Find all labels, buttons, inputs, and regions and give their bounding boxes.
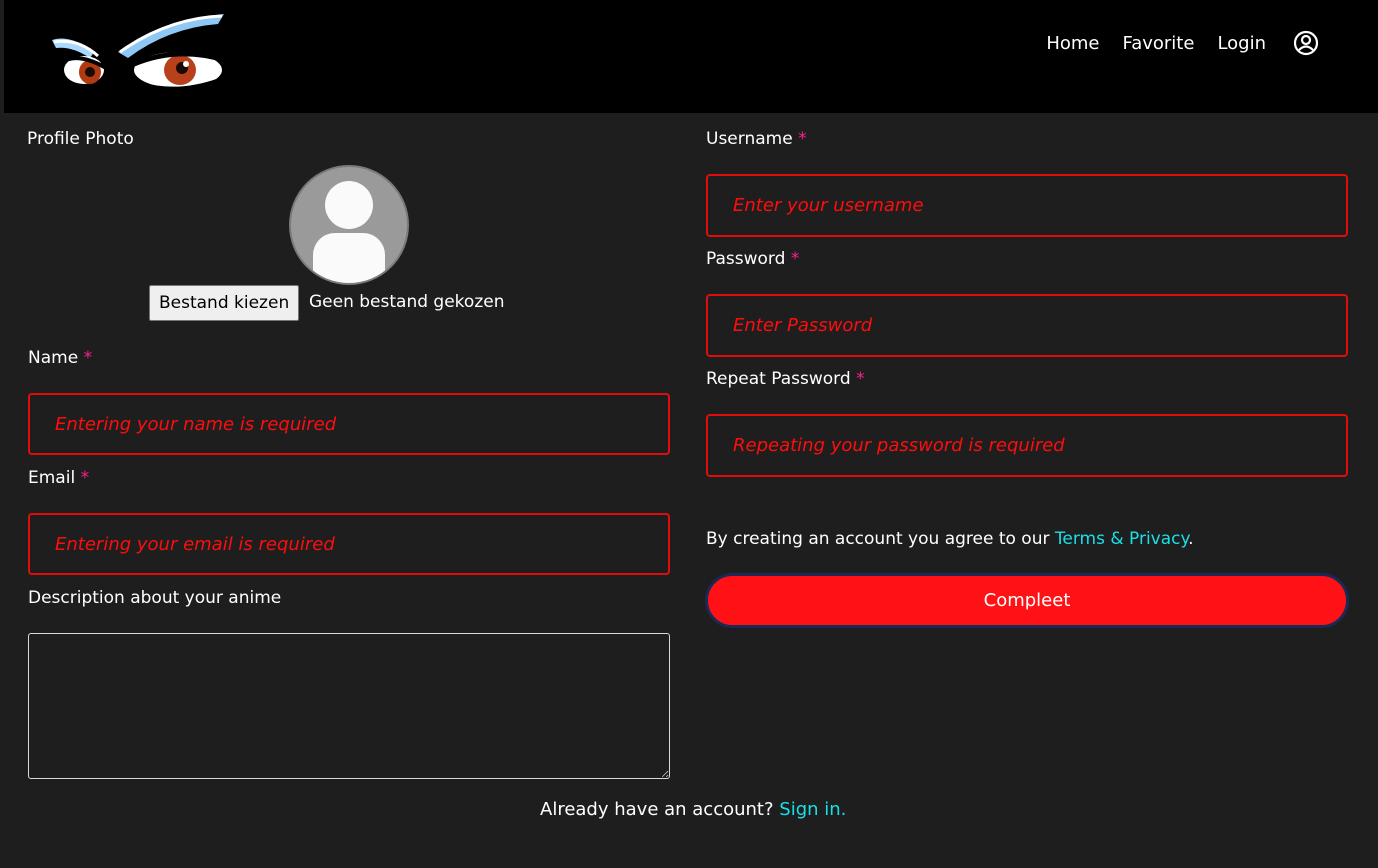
nav-login-link[interactable]: Login	[1217, 33, 1266, 54]
name-label: Name *	[28, 348, 92, 368]
required-marker: *	[790, 249, 800, 269]
nav-links: Home Favorite Login	[1023, 30, 1319, 56]
compleet-submit-button[interactable]: Compleet	[705, 573, 1349, 628]
username-input[interactable]	[706, 174, 1348, 237]
file-status-text: Geen bestand gekozen	[309, 292, 505, 312]
repeat-password-input[interactable]	[706, 414, 1348, 477]
default-avatar-icon	[289, 165, 409, 285]
username-label-text: Username	[706, 129, 793, 149]
signin-link[interactable]: Sign in.	[779, 799, 846, 820]
top-navbar: Home Favorite Login	[4, 0, 1378, 113]
name-label-text: Name	[28, 348, 79, 368]
user-circle-icon[interactable]	[1293, 30, 1319, 56]
password-input[interactable]	[706, 294, 1348, 357]
signin-prompt: Already have an account? Sign in.	[540, 799, 846, 820]
profile-photo-label: Profile Photo	[27, 129, 134, 149]
password-label: Password *	[706, 249, 799, 269]
description-textarea[interactable]	[28, 633, 670, 779]
username-label: Username *	[706, 129, 807, 149]
email-label-text: Email	[28, 468, 76, 488]
repeat-password-label-text: Repeat Password	[706, 369, 851, 389]
terms-text: By creating an account you agree to our …	[706, 529, 1194, 549]
anime-eyes-logo[interactable]	[48, 12, 228, 96]
terms-suffix: .	[1188, 529, 1194, 549]
required-marker: *	[83, 348, 93, 368]
signin-prefix: Already have an account?	[540, 799, 780, 820]
terms-privacy-link[interactable]: Terms & Privacy	[1055, 529, 1188, 549]
email-label: Email *	[28, 468, 89, 488]
email-input[interactable]	[28, 513, 670, 575]
required-marker: *	[856, 369, 865, 389]
terms-prefix: By creating an account you agree to our	[706, 529, 1055, 549]
description-label: Description about your anime	[28, 588, 282, 608]
required-marker: *	[798, 129, 807, 149]
nav-favorite-link[interactable]: Favorite	[1123, 33, 1195, 54]
repeat-password-label: Repeat Password *	[706, 369, 865, 389]
nav-home-link[interactable]: Home	[1046, 33, 1099, 54]
name-input[interactable]	[28, 393, 670, 455]
required-marker: *	[80, 468, 90, 488]
password-label-text: Password	[706, 249, 786, 269]
choose-file-button[interactable]: Bestand kiezen	[149, 285, 300, 321]
